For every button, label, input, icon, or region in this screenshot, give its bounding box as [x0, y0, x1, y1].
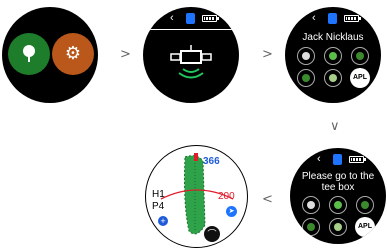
apl-button[interactable]: APL	[355, 217, 375, 237]
gps-screen: ‹	[143, 7, 239, 103]
bluetooth-icon	[333, 154, 342, 165]
course-icon[interactable]	[324, 47, 342, 65]
battery-icon	[349, 156, 366, 163]
tee-box-message: Please go to the tee box	[301, 171, 375, 193]
swing-button[interactable]: ⌒	[204, 226, 220, 242]
settings-button[interactable]: ⚙	[52, 33, 94, 75]
gear-icon: ⚙	[64, 43, 82, 64]
bluetooth-icon	[328, 13, 337, 24]
course-name: Jack Nicklaus	[302, 32, 364, 43]
bluetooth-ab-icon[interactable]	[329, 218, 347, 236]
navigate-icon[interactable]: ➤	[226, 206, 237, 217]
battery-icon	[344, 15, 361, 22]
club-icon[interactable]	[297, 47, 315, 65]
golf-mode-button[interactable]	[8, 33, 50, 75]
course-screen: ‹ Jack Nicklaus APL	[285, 7, 381, 103]
hole-icon[interactable]	[356, 196, 374, 214]
hole-number: H1	[152, 189, 165, 200]
add-icon[interactable]: +	[158, 216, 168, 226]
status-bar: ‹	[290, 154, 386, 166]
back-arrow: <	[262, 192, 273, 207]
tee-box-screen: ‹ Please go to the tee box APL	[290, 148, 386, 244]
shot-icon[interactable]	[297, 69, 315, 87]
hole-view-screen: 366 200 H1 P4 + ➤ ⌒	[145, 145, 248, 248]
distance-mid: 200	[218, 191, 235, 202]
club-icon[interactable]	[302, 196, 320, 214]
down-arrow: ∨	[330, 119, 340, 134]
next-arrow: >	[120, 47, 131, 62]
next-arrow: >	[262, 47, 273, 62]
shot-icon[interactable]	[302, 218, 320, 236]
home-screen: ⚙	[2, 7, 98, 103]
satellite-icon	[170, 45, 212, 79]
back-icon[interactable]: ‹	[317, 154, 321, 165]
back-icon[interactable]: ‹	[312, 13, 316, 24]
apl-button[interactable]: APL	[350, 68, 370, 88]
course-icon[interactable]	[329, 196, 347, 214]
par-value: P4	[152, 201, 165, 212]
status-bar: ‹	[285, 13, 381, 25]
hole-icon[interactable]	[351, 47, 369, 65]
bluetooth-ab-icon[interactable]	[324, 69, 342, 87]
distance-top: 366	[203, 156, 220, 167]
